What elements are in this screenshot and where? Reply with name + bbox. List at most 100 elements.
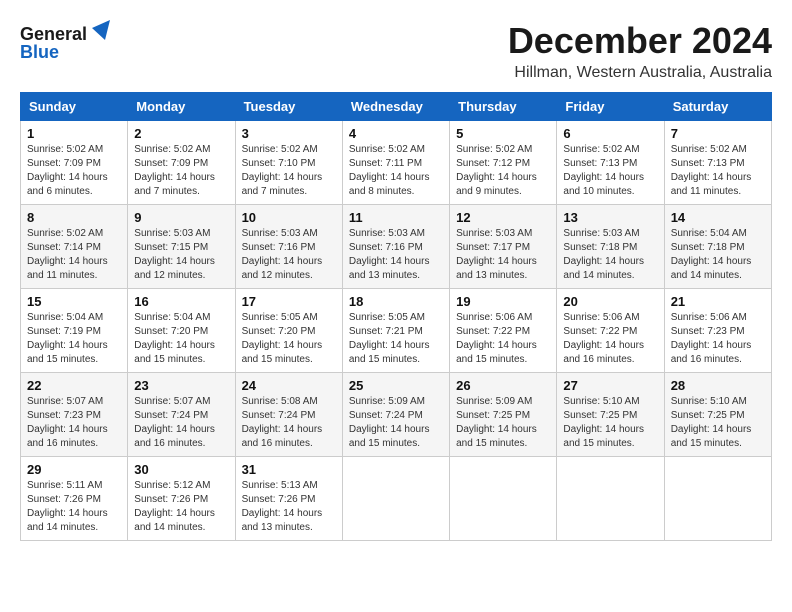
day-info: Sunrise: 5:08 AM Sunset: 7:24 PM Dayligh…: [242, 395, 336, 451]
calendar-day-cell: 23Sunrise: 5:07 AM Sunset: 7:24 PM Dayli…: [128, 373, 235, 457]
calendar-day-cell: 22 Sunrise: 5:07 AM Sunset: 7:23 PM Dayli…: [21, 373, 128, 457]
calendar-day-cell: 19 Sunrise: 5:06 AM Sunset: 7:22 PM Dayli…: [450, 289, 557, 373]
day-number: 13: [563, 210, 657, 225]
calendar-day-cell: 14 Sunrise: 5:04 AM Sunset: 7:18 PM Dayli…: [664, 205, 771, 289]
day-number: 29: [27, 462, 121, 477]
calendar-day-cell: 28 Sunrise: 5:10 AM Sunset: 7:25 PM Dayli…: [664, 373, 771, 457]
day-number: 22: [27, 378, 121, 393]
day-number: 16: [134, 294, 228, 309]
day-info: Sunrise: 5:02 AM Sunset: 7:14 PM Dayligh…: [27, 227, 121, 283]
day-info: Sunrise: 5:02 AM Sunset: 7:11 PM Dayligh…: [349, 143, 443, 199]
day-info: Sunrise: 5:03 AM Sunset: 7:15 PM Dayligh…: [134, 227, 228, 283]
day-number: 4: [349, 126, 443, 141]
calendar-day-cell: 31Sunrise: 5:13 AM Sunset: 7:26 PM Dayli…: [235, 457, 342, 541]
calendar-day-cell: 9 Sunrise: 5:03 AM Sunset: 7:15 PM Daylig…: [128, 205, 235, 289]
day-number: 2: [134, 126, 228, 141]
day-number: 6: [563, 126, 657, 141]
calendar-week-row: 22 Sunrise: 5:07 AM Sunset: 7:23 PM Dayli…: [21, 373, 772, 457]
calendar-day-cell: 27 Sunrise: 5:10 AM Sunset: 7:25 PM Dayli…: [557, 373, 664, 457]
calendar-day-cell: 21 Sunrise: 5:06 AM Sunset: 7:23 PM Dayli…: [664, 289, 771, 373]
calendar-day-cell: 7Sunrise: 5:02 AM Sunset: 7:13 PM Daylig…: [664, 121, 771, 205]
calendar-day-cell: 4 Sunrise: 5:02 AM Sunset: 7:11 PM Daylig…: [342, 121, 449, 205]
calendar-day-cell: 16Sunrise: 5:04 AM Sunset: 7:20 PM Dayli…: [128, 289, 235, 373]
calendar-week-row: 29 Sunrise: 5:11 AM Sunset: 7:26 PM Dayli…: [21, 457, 772, 541]
day-info: Sunrise: 5:02 AM Sunset: 7:09 PM Dayligh…: [27, 143, 121, 199]
day-number: 5: [456, 126, 550, 141]
day-number: 9: [134, 210, 228, 225]
calendar-day-cell: 29 Sunrise: 5:11 AM Sunset: 7:26 PM Dayli…: [21, 457, 128, 541]
calendar-day-cell: 6Sunrise: 5:02 AM Sunset: 7:13 PM Daylig…: [557, 121, 664, 205]
logo: General Blue: [20, 20, 110, 65]
day-info: Sunrise: 5:05 AM Sunset: 7:20 PM Dayligh…: [242, 311, 336, 367]
calendar-header-cell: Monday: [128, 93, 235, 121]
day-number: 24: [242, 378, 336, 393]
day-info: Sunrise: 5:02 AM Sunset: 7:13 PM Dayligh…: [671, 143, 765, 199]
day-info: Sunrise: 5:05 AM Sunset: 7:21 PM Dayligh…: [349, 311, 443, 367]
day-number: 10: [242, 210, 336, 225]
calendar-header-cell: Sunday: [21, 93, 128, 121]
day-info: Sunrise: 5:03 AM Sunset: 7:18 PM Dayligh…: [563, 227, 657, 283]
calendar-day-cell: 8 Sunrise: 5:02 AM Sunset: 7:14 PM Daylig…: [21, 205, 128, 289]
calendar-day-cell: 5 Sunrise: 5:02 AM Sunset: 7:12 PM Daylig…: [450, 121, 557, 205]
day-info: Sunrise: 5:06 AM Sunset: 7:23 PM Dayligh…: [671, 311, 765, 367]
calendar-day-cell: 3Sunrise: 5:02 AM Sunset: 7:10 PM Daylig…: [235, 121, 342, 205]
day-info: Sunrise: 5:10 AM Sunset: 7:25 PM Dayligh…: [563, 395, 657, 451]
day-info: Sunrise: 5:04 AM Sunset: 7:18 PM Dayligh…: [671, 227, 765, 283]
day-info: Sunrise: 5:03 AM Sunset: 7:16 PM Dayligh…: [242, 227, 336, 283]
calendar-week-row: 8 Sunrise: 5:02 AM Sunset: 7:14 PM Daylig…: [21, 205, 772, 289]
calendar-day-cell: 24 Sunrise: 5:08 AM Sunset: 7:24 PM Dayli…: [235, 373, 342, 457]
calendar-body: 1 Sunrise: 5:02 AM Sunset: 7:09 PM Daylig…: [21, 121, 772, 541]
day-info: Sunrise: 5:07 AM Sunset: 7:23 PM Dayligh…: [27, 395, 121, 451]
day-info: Sunrise: 5:02 AM Sunset: 7:09 PM Dayligh…: [134, 143, 228, 199]
day-info: Sunrise: 5:04 AM Sunset: 7:19 PM Dayligh…: [27, 311, 121, 367]
logo-svg: General Blue: [20, 20, 110, 65]
calendar-header-cell: Saturday: [664, 93, 771, 121]
day-info: Sunrise: 5:06 AM Sunset: 7:22 PM Dayligh…: [563, 311, 657, 367]
day-number: 19: [456, 294, 550, 309]
day-number: 26: [456, 378, 550, 393]
calendar-day-cell: 2 Sunrise: 5:02 AM Sunset: 7:09 PM Daylig…: [128, 121, 235, 205]
day-info: Sunrise: 5:03 AM Sunset: 7:16 PM Dayligh…: [349, 227, 443, 283]
day-number: 8: [27, 210, 121, 225]
calendar-header-cell: Tuesday: [235, 93, 342, 121]
day-number: 20: [563, 294, 657, 309]
day-info: Sunrise: 5:06 AM Sunset: 7:22 PM Dayligh…: [456, 311, 550, 367]
month-title: December 2024: [508, 20, 772, 62]
day-number: 25: [349, 378, 443, 393]
day-number: 31: [242, 462, 336, 477]
calendar-day-cell: 15 Sunrise: 5:04 AM Sunset: 7:19 PM Dayli…: [21, 289, 128, 373]
calendar-day-cell: 11 Sunrise: 5:03 AM Sunset: 7:16 PM Dayli…: [342, 205, 449, 289]
day-number: 15: [27, 294, 121, 309]
calendar-day-cell: 1 Sunrise: 5:02 AM Sunset: 7:09 PM Daylig…: [21, 121, 128, 205]
svg-text:Blue: Blue: [20, 42, 59, 62]
calendar-header-cell: Thursday: [450, 93, 557, 121]
calendar-day-cell: [557, 457, 664, 541]
calendar-week-row: 15 Sunrise: 5:04 AM Sunset: 7:19 PM Dayli…: [21, 289, 772, 373]
calendar-day-cell: 26 Sunrise: 5:09 AM Sunset: 7:25 PM Dayli…: [450, 373, 557, 457]
calendar-header-cell: Friday: [557, 93, 664, 121]
day-info: Sunrise: 5:03 AM Sunset: 7:17 PM Dayligh…: [456, 227, 550, 283]
day-number: 28: [671, 378, 765, 393]
day-number: 12: [456, 210, 550, 225]
day-number: 21: [671, 294, 765, 309]
day-info: Sunrise: 5:09 AM Sunset: 7:24 PM Dayligh…: [349, 395, 443, 451]
day-info: Sunrise: 5:09 AM Sunset: 7:25 PM Dayligh…: [456, 395, 550, 451]
calendar-day-cell: 13 Sunrise: 5:03 AM Sunset: 7:18 PM Dayli…: [557, 205, 664, 289]
calendar-week-row: 1 Sunrise: 5:02 AM Sunset: 7:09 PM Daylig…: [21, 121, 772, 205]
day-number: 27: [563, 378, 657, 393]
day-info: Sunrise: 5:02 AM Sunset: 7:12 PM Dayligh…: [456, 143, 550, 199]
calendar-header-row: SundayMondayTuesdayWednesdayThursdayFrid…: [21, 93, 772, 121]
svg-text:General: General: [20, 24, 87, 44]
day-number: 1: [27, 126, 121, 141]
day-number: 18: [349, 294, 443, 309]
page-header: General Blue December 2024 Hillman, West…: [20, 20, 772, 82]
day-info: Sunrise: 5:11 AM Sunset: 7:26 PM Dayligh…: [27, 479, 121, 535]
calendar-day-cell: 12 Sunrise: 5:03 AM Sunset: 7:17 PM Dayli…: [450, 205, 557, 289]
location-title: Hillman, Western Australia, Australia: [508, 64, 772, 82]
calendar-table: SundayMondayTuesdayWednesdayThursdayFrid…: [20, 92, 772, 541]
day-info: Sunrise: 5:10 AM Sunset: 7:25 PM Dayligh…: [671, 395, 765, 451]
day-number: 11: [349, 210, 443, 225]
calendar-day-cell: 18 Sunrise: 5:05 AM Sunset: 7:21 PM Dayli…: [342, 289, 449, 373]
day-number: 14: [671, 210, 765, 225]
day-info: Sunrise: 5:07 AM Sunset: 7:24 PM Dayligh…: [134, 395, 228, 451]
